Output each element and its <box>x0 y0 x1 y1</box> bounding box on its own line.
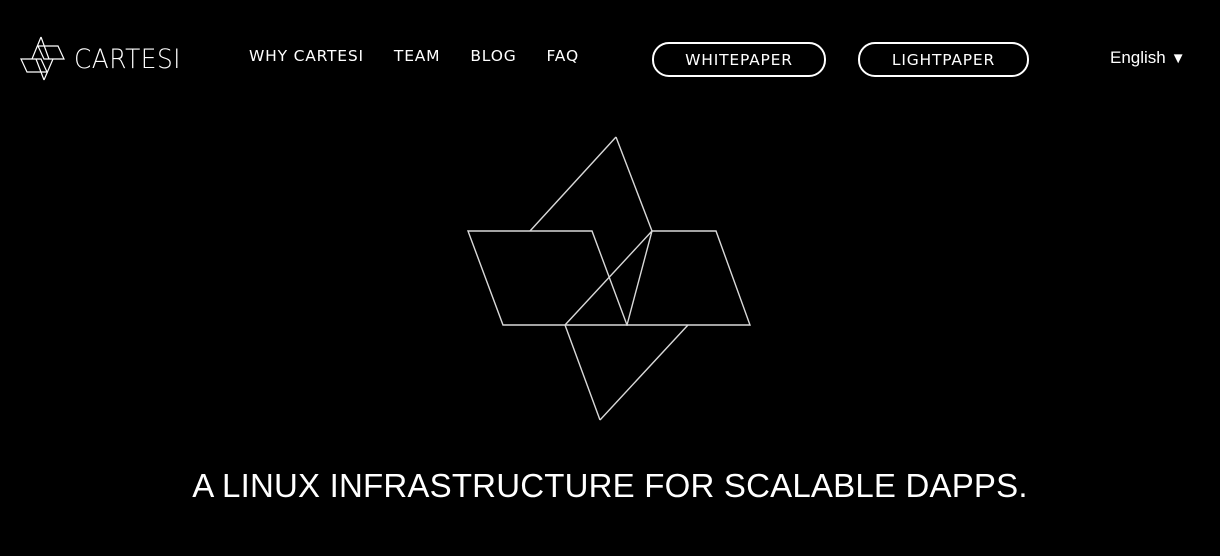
hero-tagline: A LINUX INFRASTRUCTURE FOR SCALABLE DAPP… <box>192 467 1028 504</box>
